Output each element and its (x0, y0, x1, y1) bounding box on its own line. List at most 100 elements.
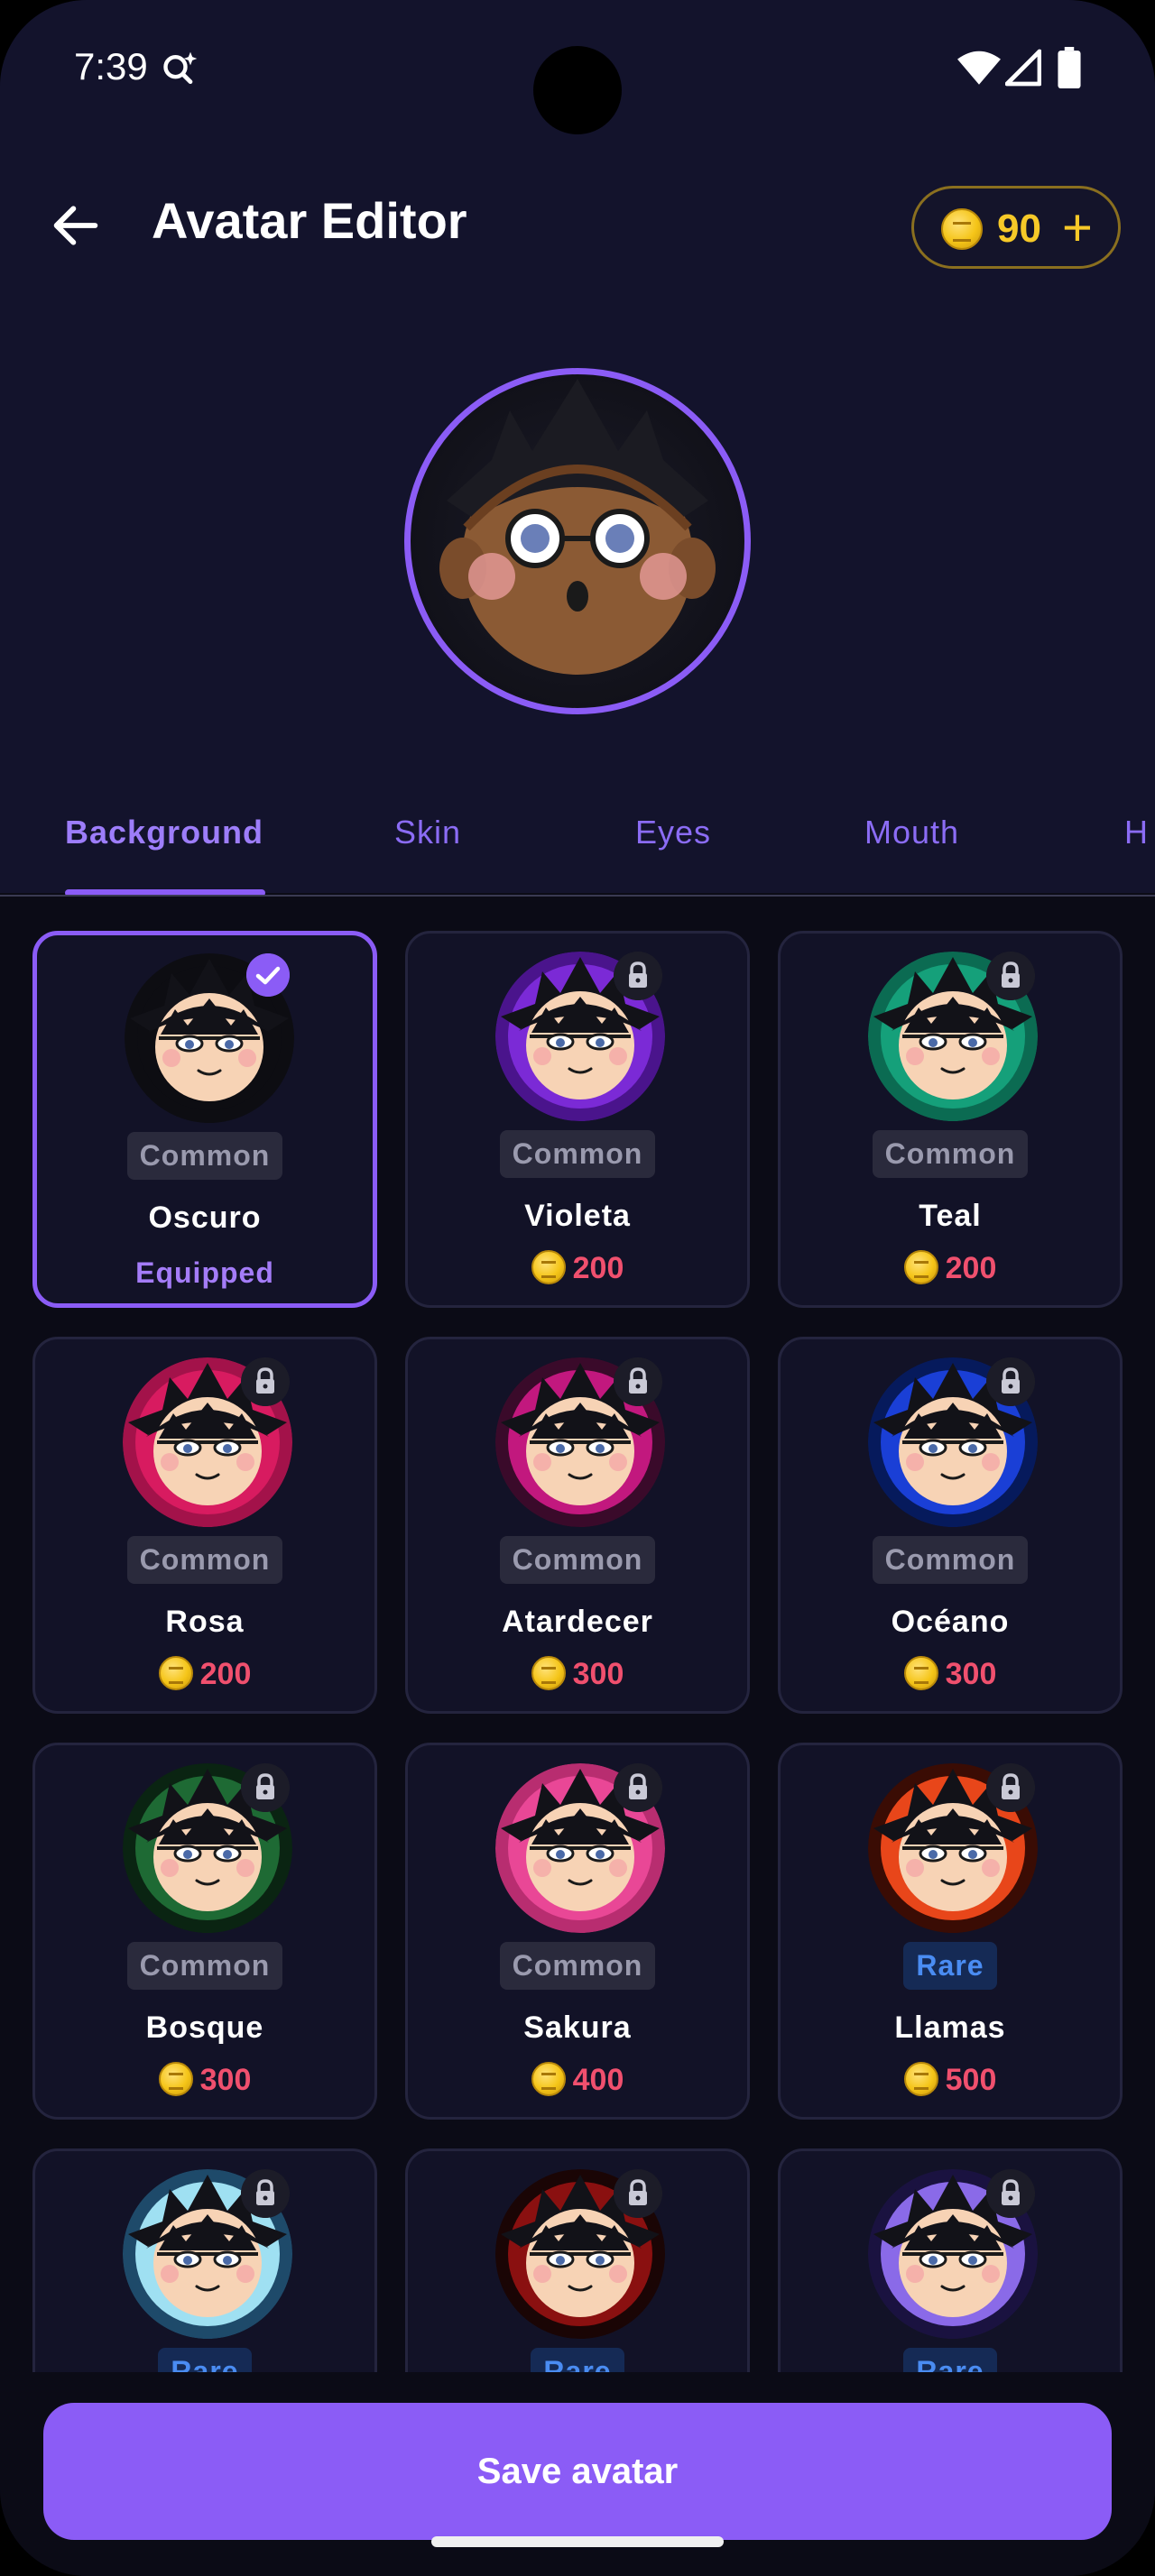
coin-balance-button[interactable]: 90 + (911, 186, 1121, 269)
rarity-label-row: Common (408, 1942, 747, 1990)
rarity-label-row: Common (35, 1942, 374, 1990)
rarity-label-row: Rare (781, 2348, 1120, 2372)
item-card[interactable]: Common Océano 300 (778, 1337, 1123, 1714)
rarity-label-row: Rare (408, 2348, 747, 2372)
item-price: 200 (781, 1250, 1120, 1287)
lock-icon (986, 2169, 1035, 2218)
rarity-label-row: Common (35, 1536, 374, 1584)
item-card[interactable]: Rare Llamas 500 (778, 1743, 1123, 2120)
price-value: 300 (945, 1657, 997, 1691)
lock-icon (986, 952, 1035, 1000)
coin-balance: 90 (997, 207, 1041, 251)
item-price: 500 (781, 2062, 1120, 2099)
back-arrow-icon[interactable] (47, 197, 105, 254)
add-coins-icon: + (1062, 198, 1093, 257)
coin-icon (903, 1250, 938, 1285)
item-card[interactable]: Common Sakura 400 (405, 1743, 750, 2120)
coin-icon (531, 1250, 566, 1285)
rarity-badge: Common (499, 1942, 656, 1990)
avatar-preview-face (439, 379, 716, 675)
item-price: 300 (408, 1656, 747, 1693)
equipped-check-icon (246, 953, 290, 997)
rarity-badge: Common (499, 1130, 656, 1178)
item-price: 200 (408, 1250, 747, 1287)
item-name: Teal (919, 1199, 982, 1233)
tab-background[interactable]: Background (65, 814, 263, 851)
avatar-preview (404, 368, 751, 714)
price-value: 300 (199, 2063, 252, 2097)
item-card[interactable]: Rare (778, 2148, 1123, 2372)
item-card[interactable]: Rare (405, 2148, 750, 2372)
item-name: Llamas (894, 2010, 1006, 2045)
tab-eyes[interactable]: Eyes (635, 814, 711, 851)
coin-icon (531, 1656, 566, 1691)
rarity-label-row: Common (781, 1536, 1120, 1584)
lock-icon (241, 1357, 290, 1406)
item-name: Violeta (524, 1199, 631, 1233)
price-value: 500 (945, 2063, 997, 2097)
lock-icon (986, 1357, 1035, 1406)
coin-icon (903, 1656, 938, 1691)
item-card[interactable]: Common Bosque 300 (32, 1743, 377, 2120)
lock-icon (614, 2169, 662, 2218)
item-name: Oscuro (148, 1201, 262, 1235)
coin-icon (531, 2062, 566, 2097)
price-value: 200 (199, 1657, 252, 1691)
status-time: 7:39 (74, 45, 148, 87)
assistant-search-icon (163, 51, 198, 85)
rarity-badge: Common (126, 1536, 283, 1584)
item-card[interactable]: Common Atardecer 300 (405, 1337, 750, 1714)
item-card[interactable]: Common Violeta 200 (405, 931, 750, 1308)
front-camera (533, 46, 622, 134)
save-avatar-button[interactable]: Save avatar (43, 2403, 1112, 2540)
rarity-badge: Common (499, 1536, 656, 1584)
price-value: 200 (945, 1251, 997, 1285)
equipped-status: Equipped (135, 1256, 274, 1289)
battery-icon (1058, 47, 1081, 88)
lock-icon (986, 1763, 1035, 1812)
item-price: 300 (35, 2062, 374, 2099)
item-price: 200 (35, 1656, 374, 1693)
item-name: Rosa (165, 1605, 245, 1639)
rarity-badge: Rare (158, 2348, 252, 2372)
price-value: 200 (572, 1251, 624, 1285)
status-bar: 7:39 (0, 0, 1155, 135)
lock-icon (614, 952, 662, 1000)
tab-divider (0, 895, 1155, 897)
lock-icon (241, 1763, 290, 1812)
tab-skin[interactable]: Skin (394, 814, 461, 851)
lock-icon (614, 1763, 662, 1812)
lock-icon (614, 1357, 662, 1406)
rarity-label-row: Rare (35, 2348, 374, 2372)
page-title: Avatar Editor (152, 192, 467, 249)
lock-icon (241, 2169, 290, 2218)
cellular-signal-icon (1005, 49, 1041, 87)
item-name: Bosque (145, 2010, 264, 2045)
rarity-badge: Rare (531, 2348, 624, 2372)
tab-hair[interactable]: H (1124, 814, 1149, 851)
item-price: 400 (408, 2062, 747, 2099)
rarity-badge: Common (872, 1130, 1029, 1178)
item-grid: Common Oscuro Equipped Common Violeta 20… (0, 902, 1155, 2372)
rarity-label-row: Common (781, 1130, 1120, 1178)
item-name: Atardecer (502, 1605, 653, 1639)
rarity-label-row: Rare (781, 1942, 1120, 1990)
item-card[interactable]: Common Oscuro Equipped (32, 931, 377, 1308)
item-card[interactable]: Common Teal 200 (778, 931, 1123, 1308)
rarity-label-row: Common (408, 1130, 747, 1178)
rarity-badge: Rare (903, 2348, 997, 2372)
rarity-label-row: Common (408, 1536, 747, 1584)
coin-icon (158, 2062, 193, 2097)
item-name: Océano (891, 1605, 1010, 1639)
tab-mouth[interactable]: Mouth (864, 814, 959, 851)
item-card[interactable]: Common Rosa 200 (32, 1337, 377, 1714)
rarity-badge: Common (126, 1942, 283, 1990)
category-tabs: Background Skin Eyes Mouth H (0, 794, 1155, 897)
item-price: 300 (781, 1656, 1120, 1693)
rarity-badge: Rare (903, 1942, 997, 1990)
rarity-badge: Common (872, 1536, 1029, 1584)
price-value: 400 (572, 2063, 624, 2097)
home-indicator (431, 2536, 724, 2547)
item-card[interactable]: Rare (32, 2148, 377, 2372)
coin-icon (903, 2062, 938, 2097)
